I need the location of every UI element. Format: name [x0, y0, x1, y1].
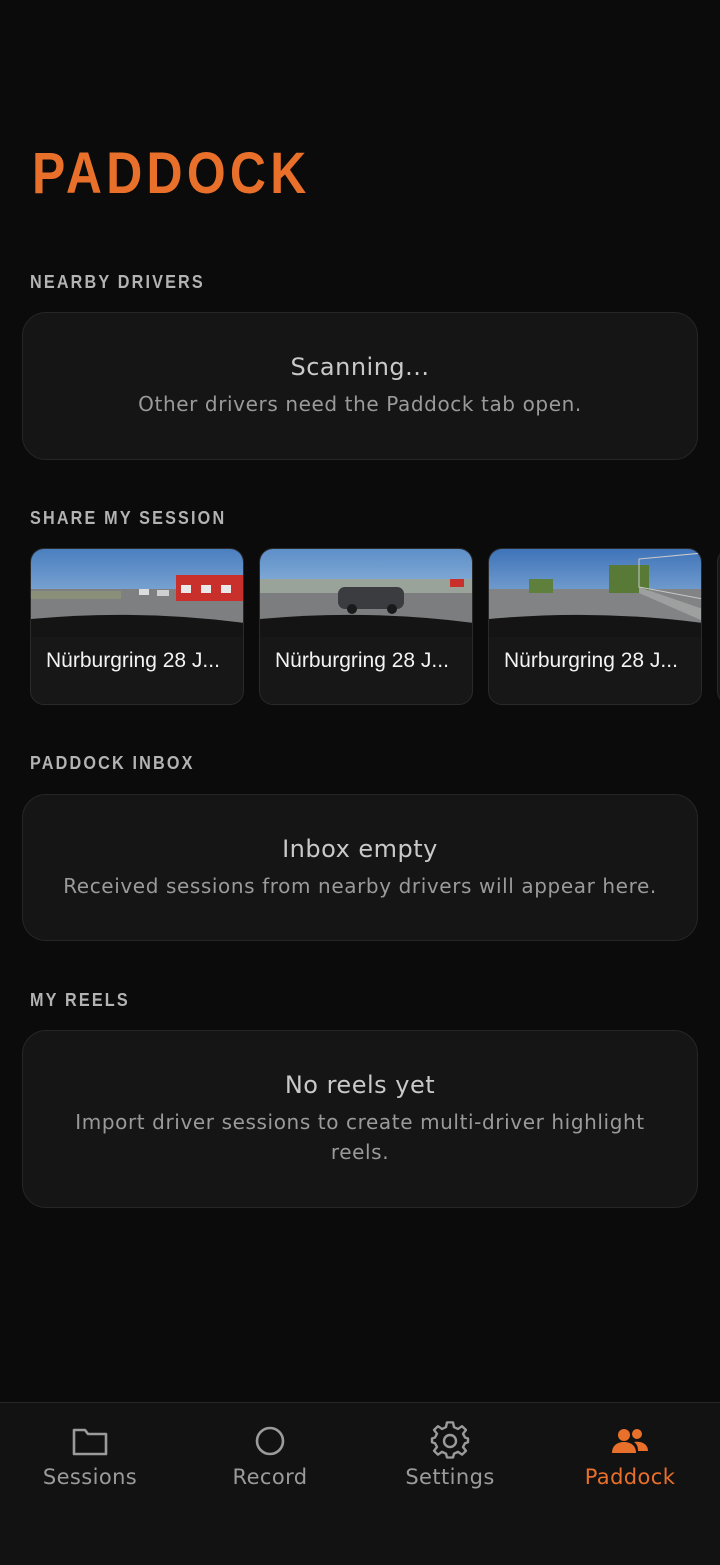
- bottom-tab-bar: Sessions Record Settings Paddock: [0, 1402, 720, 1565]
- section-label-share-my-session: SHARE MY SESSION: [30, 508, 227, 528]
- session-card[interactable]: Nürburgring 28 J...: [259, 548, 473, 705]
- section-label-nearby-drivers: NEARBY DRIVERS: [30, 272, 205, 292]
- session-card[interactable]: Nürburgring 28 J...: [30, 548, 244, 705]
- tab-sessions[interactable]: Sessions: [0, 1403, 180, 1523]
- section-label-my-reels: MY REELS: [30, 990, 130, 1010]
- page-title: PADDOCK: [32, 141, 311, 206]
- nearby-status-subtitle: Other drivers need the Paddock tab open.: [138, 392, 582, 416]
- session-title: Nürburgring 28 J...: [275, 649, 449, 672]
- session-thumbnail-image: [31, 549, 243, 637]
- nearby-drivers-card: Scanning... Other drivers need the Paddo…: [22, 312, 698, 460]
- inbox-card: Inbox empty Received sessions from nearb…: [22, 794, 698, 941]
- session-carousel[interactable]: Nürburgring 28 J... Nürburgring 28 J...: [0, 548, 720, 708]
- paddock-screen: PADDOCK NEARBY DRIVERS Scanning... Other…: [0, 0, 720, 1565]
- tab-record[interactable]: Record: [180, 1403, 360, 1523]
- folder-icon: [72, 1428, 108, 1456]
- reels-status-title: No reels yet: [284, 1071, 436, 1099]
- session-thumbnail-image: [489, 549, 701, 637]
- tab-label: Sessions: [42, 1465, 138, 1489]
- session-title: Nürburgring 28 J...: [46, 649, 220, 672]
- session-thumbnail-image: [260, 549, 472, 637]
- tab-label: Record: [232, 1465, 308, 1489]
- tab-paddock[interactable]: Paddock: [540, 1403, 720, 1523]
- inbox-status-subtitle: Received sessions from nearby drivers wi…: [63, 874, 657, 898]
- people-icon: [612, 1429, 648, 1453]
- reels-card: No reels yet Import driver sessions to c…: [22, 1030, 698, 1208]
- inbox-status-title: Inbox empty: [282, 835, 438, 863]
- reels-status-subtitle: Import driver sessions to create multi-d…: [75, 1110, 645, 1164]
- session-card[interactable]: Nürburgring 28 J...: [488, 548, 702, 705]
- session-title: Nürburgring 28 J...: [504, 649, 678, 672]
- tab-settings[interactable]: Settings: [360, 1403, 540, 1523]
- tab-label: Settings: [405, 1465, 495, 1489]
- nearby-status-title: Scanning...: [290, 353, 430, 381]
- section-label-paddock-inbox: PADDOCK INBOX: [30, 753, 195, 773]
- tab-label: Paddock: [584, 1465, 676, 1489]
- record-circle-icon: [255, 1426, 285, 1456]
- gear-icon: [430, 1421, 470, 1459]
